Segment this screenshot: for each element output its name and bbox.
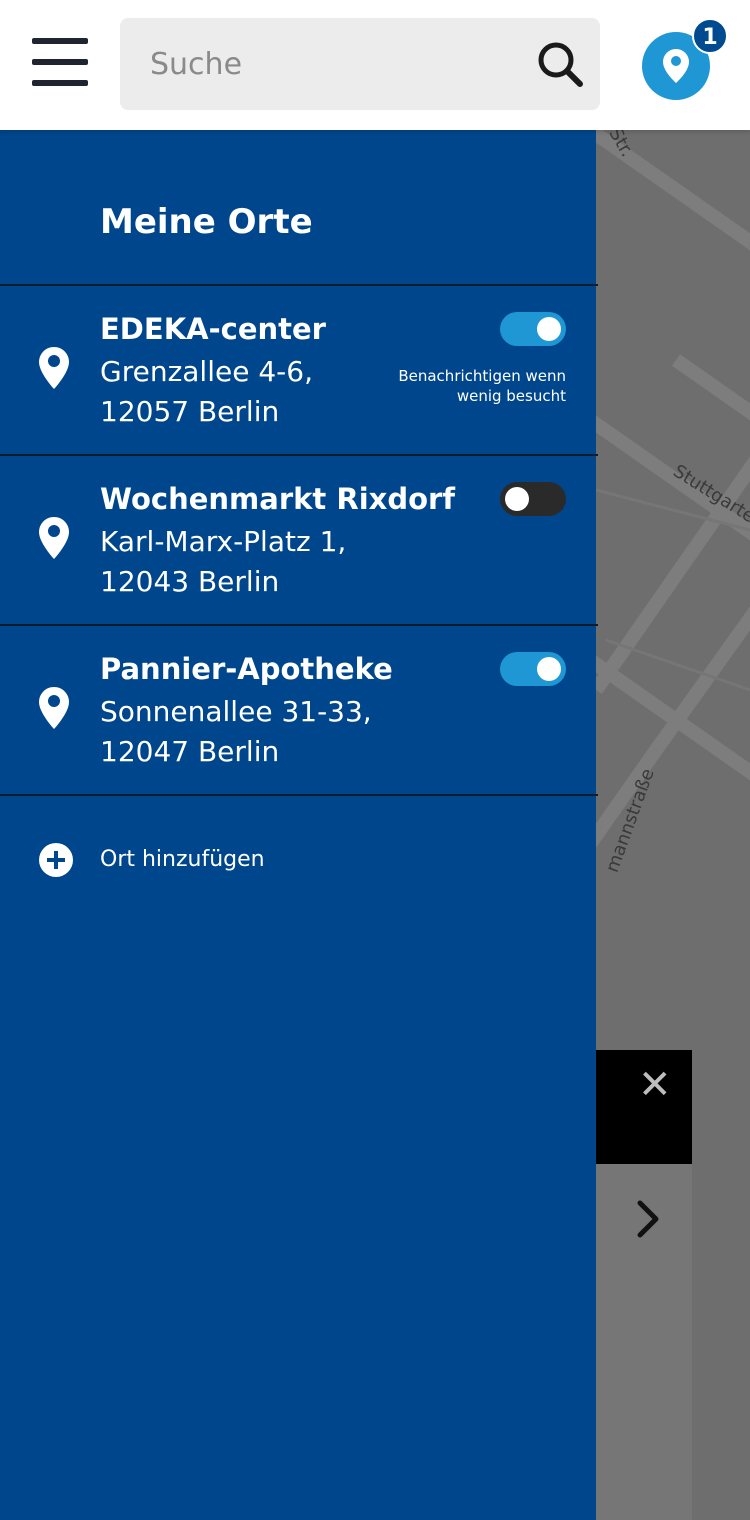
place-item[interactable]: Pannier-Apotheke Sonnenallee 31-33, 1204… — [0, 626, 596, 794]
location-pin-icon — [39, 517, 69, 559]
place-address: Sonnenallee 31-33, 12047 Berlin — [100, 692, 372, 772]
drawer-title: Meine Orte — [100, 202, 313, 242]
places-count-badge: 1 — [692, 18, 728, 54]
notify-toggle[interactable] — [500, 312, 566, 346]
place-name: EDEKA-center — [100, 312, 326, 346]
place-item[interactable]: EDEKA-center Grenzallee 4-6, 12057 Berli… — [0, 286, 596, 454]
notify-label-line: wenig besucht — [456, 387, 566, 405]
place-address: Karl-Marx-Platz 1, 12043 Berlin — [100, 522, 346, 602]
place-address-line: Grenzallee 4-6, — [100, 355, 313, 388]
location-pin-icon — [39, 347, 69, 389]
notify-label-line: Benachrichtigen wenn — [398, 367, 566, 385]
place-address-line: Sonnenallee 31-33, — [100, 695, 372, 728]
place-address-line: 12057 Berlin — [100, 395, 280, 428]
place-address: Grenzallee 4-6, 12057 Berlin — [100, 352, 313, 432]
location-pin-icon — [663, 49, 689, 83]
add-place-label: Ort hinzufügen — [100, 847, 265, 872]
plus-circle-icon — [39, 843, 73, 877]
chevron-right-icon — [637, 1200, 659, 1238]
place-name: Pannier-Apotheke — [100, 652, 393, 686]
place-item[interactable]: Wochenmarkt Rixdorf Karl-Marx-Platz 1, 1… — [0, 456, 596, 624]
search-icon[interactable] — [536, 40, 584, 88]
places-drawer: Meine Orte EDEKA-center Grenzallee 4-6, … — [0, 130, 598, 1520]
next-button[interactable] — [628, 1195, 668, 1243]
place-name: Wochenmarkt Rixdorf — [100, 482, 455, 516]
hamburger-menu-icon[interactable] — [28, 36, 92, 92]
place-address-line: 12043 Berlin — [100, 565, 280, 598]
add-place-button[interactable]: Ort hinzufügen — [0, 830, 596, 890]
notify-label: Benachrichtigen wenn wenig besucht — [346, 366, 566, 406]
notify-toggle[interactable] — [500, 652, 566, 686]
map-close-button[interactable]: ✕ — [596, 1050, 692, 1164]
place-address-line: Karl-Marx-Platz 1, — [100, 525, 347, 558]
divider — [0, 794, 598, 796]
search-bar — [120, 18, 600, 110]
search-input[interactable] — [120, 18, 520, 110]
location-pin-icon — [39, 687, 69, 729]
place-address-line: 12047 Berlin — [100, 735, 280, 768]
app-header: 1 — [0, 0, 750, 130]
notify-toggle[interactable] — [500, 482, 566, 516]
close-icon: ✕ — [638, 1062, 672, 1108]
